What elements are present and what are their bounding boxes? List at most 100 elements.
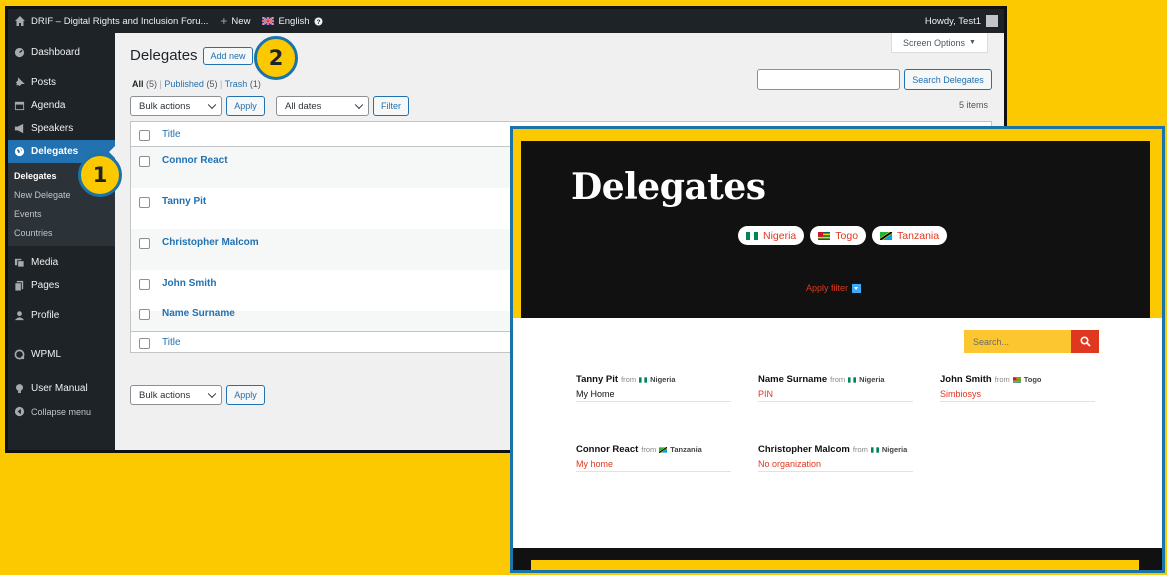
delegate-country: Togo — [1023, 375, 1042, 384]
footer-bar — [531, 560, 1139, 570]
delegate-card[interactable]: Name Surname from Nigeria PIN — [758, 374, 913, 402]
caret-down-icon: ▼ — [969, 39, 976, 46]
sidebar-item-pages[interactable]: Pages — [8, 274, 115, 297]
svg-text:?: ? — [316, 19, 320, 26]
row-title-link[interactable]: John Smith — [162, 278, 216, 289]
collapse-menu-label: Collapse menu — [31, 406, 92, 417]
row-checkbox[interactable] — [139, 197, 150, 208]
bulk-actions-label: Bulk actions — [139, 100, 191, 112]
frontend-search-input[interactable]: Search... — [964, 330, 1071, 353]
lightbulb-icon — [16, 384, 23, 394]
sidebar-label-delegates: Delegates — [31, 146, 79, 157]
select-all-checkbox[interactable] — [139, 130, 150, 141]
filter-published[interactable]: Published (5) — [164, 79, 217, 89]
title-column-footer[interactable]: Title — [162, 337, 181, 348]
admin-sidebar: Dashboard Posts Agenda Speakers Delegate… — [8, 33, 115, 450]
dates-select[interactable]: All dates — [276, 96, 369, 116]
user-icon — [14, 311, 25, 321]
site-name: DRIF – Digital Rights and Inclusion Foru… — [31, 15, 209, 27]
callout-badge-two: 2 — [254, 36, 298, 80]
language-switcher[interactable]: English ? — [256, 9, 328, 33]
delegate-country: Nigeria — [650, 375, 676, 384]
row-checkbox[interactable] — [139, 238, 150, 249]
delegate-country: Nigeria — [881, 445, 908, 454]
home-link[interactable]: DRIF – Digital Rights and Inclusion Foru… — [8, 9, 214, 33]
page-title: Delegates — [130, 47, 198, 64]
pages-icon — [14, 280, 24, 291]
row-title-link[interactable]: Connor React — [162, 155, 228, 166]
media-icon — [14, 258, 25, 268]
delegate-organization: My home — [576, 459, 614, 469]
row-title-link[interactable]: Name Surname — [162, 308, 235, 319]
screen-options-button[interactable]: Screen Options ▼ — [891, 33, 988, 53]
bulk-actions-select-top[interactable]: Bulk actions — [130, 96, 222, 116]
delegates-listing: Search... Tanny Pit from Nigeria My Home N… — [513, 318, 1162, 548]
from-label: from — [621, 375, 637, 384]
help-icon: ? — [314, 17, 323, 26]
apply-button-bottom[interactable]: Apply — [226, 385, 265, 405]
add-new-button[interactable]: Add new — [203, 47, 253, 65]
country-chip-nigeria[interactable]: Nigeria — [738, 226, 805, 245]
select-all-checkbox-footer[interactable] — [139, 338, 150, 349]
sidebar-item-wpml[interactable]: WPML — [8, 343, 115, 366]
sidebar-label-posts: Posts — [31, 77, 57, 88]
megaphone-icon — [14, 123, 24, 134]
sidebar-item-posts[interactable]: Posts — [8, 71, 115, 94]
delegate-card[interactable]: Connor React from Tanzania My home — [576, 444, 731, 472]
submenu-item-events[interactable]: Events — [8, 204, 115, 223]
sidebar-item-media[interactable]: Media — [8, 251, 115, 274]
sidebar-label-profile: Profile — [31, 310, 60, 321]
apply-filter-button[interactable]: Apply filter — [806, 283, 862, 293]
from-label: from — [830, 375, 846, 384]
sidebar-item-profile[interactable]: Profile — [8, 304, 115, 327]
nigeria-flag-icon — [848, 376, 857, 383]
filter-all-count: (5) — [146, 79, 158, 89]
togo-flag-icon — [1012, 376, 1021, 383]
sidebar-item-speakers[interactable]: Speakers — [8, 117, 115, 140]
filter-all[interactable]: All (5) — [132, 79, 157, 89]
country-chip-tanzania[interactable]: Tanzania — [872, 226, 948, 245]
dates-label: All dates — [285, 100, 322, 112]
filter-published-label: Published — [164, 79, 204, 89]
new-content-link[interactable]: + New — [214, 9, 256, 33]
delegate-card[interactable]: Christopher Malcom from Nigeria No organiz… — [758, 444, 913, 472]
filter-published-count: (5) — [206, 79, 218, 89]
account-menu[interactable]: Howdy, Test1 — [925, 15, 1004, 27]
row-checkbox[interactable] — [139, 156, 150, 167]
submenu-item-countries[interactable]: Countries — [8, 223, 115, 242]
search-input[interactable] — [757, 69, 900, 90]
from-label: from — [641, 445, 657, 454]
calendar-icon — [14, 101, 25, 111]
plus-icon: + — [220, 14, 228, 28]
delegate-card[interactable]: Tanny Pit from Nigeria My Home — [576, 374, 731, 402]
nigeria-flag-icon — [746, 231, 758, 240]
country-chip-togo[interactable]: Togo — [810, 226, 867, 245]
language-label: English — [278, 15, 310, 27]
sidebar-item-user-manual[interactable]: User Manual — [8, 377, 115, 400]
admin-bar: DRIF – Digital Rights and Inclusion Foru… — [8, 9, 1004, 33]
row-checkbox[interactable] — [139, 309, 150, 320]
home-icon — [15, 16, 25, 26]
row-title-link[interactable]: Tanny Pit — [162, 196, 206, 207]
title-column-header[interactable]: Title — [162, 129, 181, 140]
filter-button[interactable]: Filter — [373, 96, 409, 116]
row-checkbox[interactable] — [139, 279, 150, 290]
from-label: from — [994, 375, 1010, 384]
sidebar-item-dashboard[interactable]: Dashboard — [8, 41, 115, 64]
collapse-menu-button[interactable]: Collapse menu — [8, 400, 115, 423]
delegate-name: Christopher Malcom — [758, 444, 850, 455]
filter-dropdown-icon — [852, 283, 862, 293]
filter-trash[interactable]: Trash (1) — [225, 79, 261, 89]
search-delegates-button[interactable]: Search Delegates — [904, 69, 992, 90]
bulk-actions-select-bottom[interactable]: Bulk actions — [130, 385, 222, 405]
frontend-search-button[interactable] — [1071, 330, 1099, 353]
hero-title: Delegates — [571, 166, 766, 208]
howdy-label: Howdy, Test1 — [924, 15, 981, 27]
togo-flag-icon — [818, 231, 831, 240]
frontend-footer — [513, 548, 1162, 570]
delegate-card[interactable]: John Smith from Togo Simbiosys — [940, 374, 1095, 402]
apply-button-top[interactable]: Apply — [226, 96, 265, 116]
sidebar-item-agenda[interactable]: Agenda — [8, 94, 115, 117]
row-title-link[interactable]: Christopher Malcom — [162, 237, 259, 248]
apply-filter-label: Apply filter — [806, 283, 849, 293]
